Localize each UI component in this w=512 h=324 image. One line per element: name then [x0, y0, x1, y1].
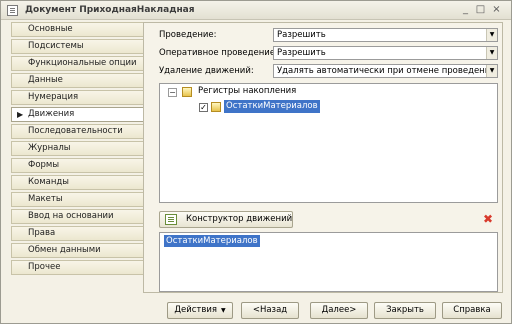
tab-commands[interactable]: Команды [11, 175, 143, 190]
tab-main[interactable]: Основные [11, 22, 143, 37]
tab-label: Функциональные опции [28, 58, 137, 68]
tab-label: Макеты [28, 194, 63, 204]
tree-item-label[interactable]: ОстаткиМатериалов [224, 100, 320, 113]
movements-text-area[interactable]: ОстаткиМатериалов [159, 232, 498, 292]
tree-root-label[interactable]: Регистры накопления [198, 85, 296, 98]
tab-label: Обмен данными [28, 245, 101, 255]
tab-subsystems[interactable]: Подсистемы [11, 39, 143, 54]
register-checkbox[interactable]: ✓ [199, 103, 208, 112]
tab-based-on[interactable]: Ввод на основании [11, 209, 143, 224]
register-icon [211, 102, 221, 112]
realtime-posting-value: Разрешить [277, 48, 326, 58]
chevron-down-icon[interactable]: ▼ [486, 29, 497, 41]
close-button[interactable]: × [490, 4, 503, 16]
tab-label: Движения [28, 109, 75, 119]
actions-button[interactable]: Действия ▼ [167, 302, 233, 319]
tab-label: Данные [28, 75, 63, 85]
tab-label: Последовательности [28, 126, 123, 136]
constructor-icon [165, 214, 177, 225]
tab-forms[interactable]: Формы [11, 158, 143, 173]
tab-label: Ввод на основании [28, 211, 114, 221]
tab-label: Прочее [28, 262, 61, 272]
tab-label: Подсистемы [28, 41, 84, 51]
registers-tree[interactable]: − Регистры накопления ✓ ОстаткиМатериало… [159, 83, 498, 203]
realtime-posting-label: Оперативное проведение: [159, 48, 278, 58]
document-window: Документ ПриходнаяНакладная _ □ × Основн… [0, 0, 512, 324]
tab-label: Журналы [28, 143, 71, 153]
tab-list: Основные Подсистемы Функциональные опции… [11, 22, 143, 275]
back-button[interactable]: <Назад [241, 302, 299, 319]
active-tab-arrow-icon: ▶ [17, 110, 24, 119]
tab-movements[interactable]: ▶ Движения [11, 107, 143, 122]
tab-data[interactable]: Данные [11, 73, 143, 88]
chevron-down-icon: ▼ [221, 307, 226, 314]
register-folder-icon [182, 87, 192, 97]
minimize-button[interactable]: _ [459, 4, 472, 16]
movements-constructor-button[interactable]: Конструктор движений [159, 211, 293, 228]
constructor-button-label: Конструктор движений [186, 214, 293, 224]
tab-journals[interactable]: Журналы [11, 141, 143, 156]
chevron-down-icon[interactable]: ▼ [486, 47, 497, 59]
posting-select[interactable]: Разрешить ▼ [273, 28, 498, 42]
next-button[interactable]: Далее> [310, 302, 368, 319]
delete-movements-label: Удаление движений: [159, 66, 254, 76]
tab-templates[interactable]: Макеты [11, 192, 143, 207]
tab-data-exchange[interactable]: Обмен данными [11, 243, 143, 258]
tab-label: Нумерация [28, 92, 79, 102]
selected-register-text: ОстаткиМатериалов [164, 235, 260, 247]
posting-value: Разрешить [277, 30, 326, 40]
window-title: Документ ПриходнаяНакладная [25, 5, 195, 15]
document-icon [7, 5, 18, 16]
tab-other[interactable]: Прочее [11, 260, 143, 275]
close-dialog-button[interactable]: Закрыть [374, 302, 436, 319]
help-button[interactable]: Справка [442, 302, 502, 319]
tab-label: Права [28, 228, 56, 238]
delete-movements-select[interactable]: Удалять автоматически при отмене проведе… [273, 64, 498, 78]
tab-rights[interactable]: Права [11, 226, 143, 241]
chevron-down-icon[interactable]: ▼ [486, 65, 497, 77]
tab-numbering[interactable]: Нумерация [11, 90, 143, 105]
tab-label: Команды [28, 177, 70, 187]
actions-label: Действия [174, 305, 218, 315]
tab-sequences[interactable]: Последовательности [11, 124, 143, 139]
tab-label: Основные [28, 24, 73, 34]
collapse-icon[interactable]: − [168, 88, 177, 97]
tab-functional-options[interactable]: Функциональные опции [11, 56, 143, 71]
title-bar[interactable]: Документ ПриходнаяНакладная _ □ × [1, 1, 511, 20]
tab-label: Формы [28, 160, 60, 170]
delete-icon[interactable]: ✖ [482, 213, 494, 225]
delete-movements-value: Удалять автоматически при отмене проведе… [277, 66, 496, 76]
realtime-posting-select[interactable]: Разрешить ▼ [273, 46, 498, 60]
posting-label: Проведение: [159, 30, 217, 40]
maximize-button[interactable]: □ [474, 4, 487, 16]
